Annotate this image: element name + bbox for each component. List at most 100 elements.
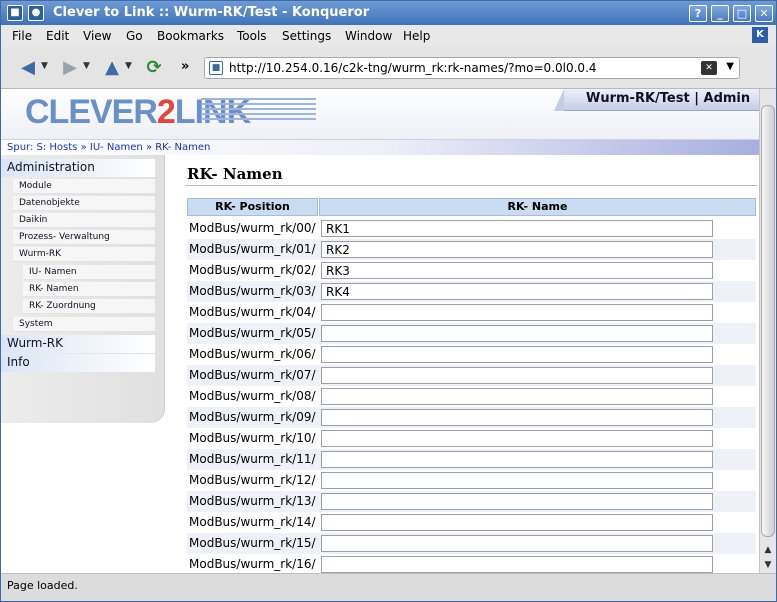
rk-name-input[interactable] bbox=[321, 304, 713, 321]
konqueror-window: ■ ● Clever to Link :: Wurm-RK/Test - Kon… bbox=[0, 0, 777, 602]
table-row: ModBus/wurm_rk/07/ bbox=[187, 365, 756, 386]
rk-name-input[interactable] bbox=[321, 451, 713, 468]
menu-bookmarks[interactable]: Bookmarks bbox=[157, 29, 224, 43]
column-header-position: RK- Position bbox=[187, 198, 318, 216]
sidebar-item-datenobjekte[interactable]: Datenobjekte bbox=[13, 196, 155, 211]
menu-help[interactable]: Help bbox=[403, 29, 430, 43]
rk-name-input[interactable] bbox=[321, 535, 713, 552]
table-row: ModBus/wurm_rk/12/ bbox=[187, 470, 756, 491]
table-row: ModBus/wurm_rk/02/RK3 bbox=[187, 260, 756, 281]
table-row: ModBus/wurm_rk/01/RK2 bbox=[187, 239, 756, 260]
menu-tools[interactable]: Tools bbox=[237, 29, 267, 43]
sidebar-item-iu-namen[interactable]: IU- Namen bbox=[23, 265, 155, 280]
clear-url-icon[interactable]: ✕ bbox=[701, 61, 717, 75]
back-dropdown-icon[interactable]: ▼ bbox=[41, 61, 48, 71]
rk-name-input[interactable]: RK1 bbox=[321, 220, 713, 237]
sidebar-item-prozess-verwaltung[interactable]: Prozess- Verwaltung bbox=[13, 230, 155, 245]
url-input[interactable]: http://10.254.0.16/c2k-tng/wurm_rk:rk-na… bbox=[229, 61, 597, 75]
forward-arrow-icon[interactable]: ▶ bbox=[59, 57, 81, 79]
rk-position-cell: ModBus/wurm_rk/08/ bbox=[189, 389, 316, 403]
rk-name-input[interactable]: RK4 bbox=[321, 283, 713, 300]
rk-position-cell: ModBus/wurm_rk/03/ bbox=[189, 284, 316, 298]
up-arrow-icon[interactable]: ▲ bbox=[101, 57, 123, 79]
rk-name-input[interactable] bbox=[321, 367, 713, 384]
menu-view[interactable]: View bbox=[83, 29, 111, 43]
rk-name-input[interactable] bbox=[321, 409, 713, 426]
rk-name-input[interactable]: RK3 bbox=[321, 262, 713, 279]
rk-position-cell: ModBus/wurm_rk/11/ bbox=[189, 452, 316, 466]
menu-bar: File Edit View Go Bookmarks Tools Settin… bbox=[1, 25, 776, 47]
rk-name-input[interactable] bbox=[321, 430, 713, 447]
status-bar: Page loaded. bbox=[1, 573, 776, 601]
maximize-button[interactable]: □ bbox=[733, 5, 751, 22]
rk-position-cell: ModBus/wurm_rk/09/ bbox=[189, 410, 316, 424]
rk-position-cell: ModBus/wurm_rk/00/ bbox=[189, 221, 316, 235]
sidebar-item-daikin[interactable]: Daikin bbox=[13, 213, 155, 228]
sidebar-item-rk-zuordnung[interactable]: RK- Zuordnung bbox=[23, 299, 155, 314]
window-menu-icon[interactable]: ■ bbox=[7, 5, 23, 21]
table-row: ModBus/wurm_rk/14/ bbox=[187, 512, 756, 533]
forward-dropdown-icon[interactable]: ▼ bbox=[83, 61, 90, 71]
table-row: ModBus/wurm_rk/04/ bbox=[187, 302, 756, 323]
menu-edit[interactable]: Edit bbox=[46, 29, 69, 43]
sidebar-item-rk-namen[interactable]: RK- Namen bbox=[23, 282, 155, 297]
context-name[interactable]: Wurm-RK/Test bbox=[586, 91, 690, 106]
up-dropdown-icon[interactable]: ▼ bbox=[125, 61, 132, 71]
table-row: ModBus/wurm_rk/11/ bbox=[187, 449, 756, 470]
close-button[interactable]: ✕ bbox=[755, 5, 773, 22]
page-header: CLEVER2LINK Wurm-RK/Test | Admin bbox=[1, 89, 759, 139]
rk-position-cell: ModBus/wurm_rk/16/ bbox=[189, 557, 316, 571]
sidebar-item-info[interactable]: Info bbox=[1, 354, 155, 372]
user-name[interactable]: Admin bbox=[704, 91, 751, 106]
table-row: ModBus/wurm_rk/00/RK1 bbox=[187, 218, 756, 239]
table-row: ModBus/wurm_rk/13/ bbox=[187, 491, 756, 512]
rk-name-input[interactable] bbox=[321, 472, 713, 489]
help-button[interactable]: ? bbox=[689, 5, 707, 22]
rk-position-cell: ModBus/wurm_rk/12/ bbox=[189, 473, 316, 487]
vertical-scrollbar[interactable]: ▲ ▼ bbox=[759, 89, 776, 573]
rk-position-cell: ModBus/wurm_rk/06/ bbox=[189, 347, 316, 361]
menu-file[interactable]: File bbox=[12, 29, 32, 43]
page-viewport: CLEVER2LINK Wurm-RK/Test | Admin Spur: S… bbox=[1, 89, 759, 573]
scrollbar-thumb[interactable] bbox=[761, 105, 775, 537]
rk-name-input[interactable] bbox=[321, 388, 713, 405]
rk-name-input[interactable] bbox=[321, 493, 713, 510]
scroll-down-icon[interactable]: ▼ bbox=[761, 558, 775, 572]
rk-name-input[interactable]: RK2 bbox=[321, 241, 713, 258]
context-tab: Wurm-RK/Test | Admin bbox=[554, 89, 759, 111]
title-divider bbox=[185, 185, 757, 186]
reload-icon[interactable]: ⟳ bbox=[143, 57, 165, 79]
table-row: ModBus/wurm_rk/09/ bbox=[187, 407, 756, 428]
rk-position-cell: ModBus/wurm_rk/10/ bbox=[189, 431, 316, 445]
toolbar-extension-chevron-icon[interactable]: » bbox=[181, 59, 189, 74]
sidebar-item-administration[interactable]: Administration bbox=[1, 159, 155, 177]
column-header-name: RK- Name bbox=[319, 198, 756, 216]
breadcrumb[interactable]: Spur: S: Hosts » IU- Namen » RK- Namen bbox=[1, 139, 759, 155]
rk-name-input[interactable] bbox=[321, 556, 713, 573]
menu-window[interactable]: Window bbox=[345, 29, 392, 43]
rk-name-input[interactable] bbox=[321, 325, 713, 342]
rk-position-cell: ModBus/wurm_rk/01/ bbox=[189, 242, 316, 256]
minimize-button[interactable]: _ bbox=[711, 5, 729, 22]
rk-name-input[interactable] bbox=[321, 514, 713, 531]
table-row: ModBus/wurm_rk/10/ bbox=[187, 428, 756, 449]
rk-position-cell: ModBus/wurm_rk/14/ bbox=[189, 515, 316, 529]
back-arrow-icon[interactable]: ◀ bbox=[17, 57, 39, 79]
table-row: ModBus/wurm_rk/05/ bbox=[187, 323, 756, 344]
menu-go[interactable]: Go bbox=[126, 29, 143, 43]
kde-logo-icon[interactable]: K bbox=[752, 27, 768, 43]
sticky-icon[interactable]: ● bbox=[28, 5, 44, 21]
url-history-dropdown-icon[interactable]: ▼ bbox=[726, 61, 734, 72]
sidebar-item-system[interactable]: System bbox=[13, 317, 155, 332]
table-row: ModBus/wurm_rk/15/ bbox=[187, 533, 756, 554]
rk-position-cell: ModBus/wurm_rk/15/ bbox=[189, 536, 316, 550]
sidebar-item-module[interactable]: Module bbox=[13, 179, 155, 194]
sidebar-item-wurm-rk[interactable]: Wurm-RK bbox=[13, 247, 155, 262]
title-bar[interactable]: ■ ● Clever to Link :: Wurm-RK/Test - Kon… bbox=[1, 1, 776, 25]
scroll-up-icon[interactable]: ▲ bbox=[761, 543, 775, 557]
menu-settings[interactable]: Settings bbox=[282, 29, 331, 43]
logo-stripes-icon bbox=[201, 98, 316, 128]
url-bar[interactable]: ■ http://10.254.0.16/c2k-tng/wurm_rk:rk-… bbox=[204, 57, 740, 79]
rk-name-input[interactable] bbox=[321, 346, 713, 363]
sidebar-item-wurm-rk-top[interactable]: Wurm-RK bbox=[1, 335, 155, 353]
